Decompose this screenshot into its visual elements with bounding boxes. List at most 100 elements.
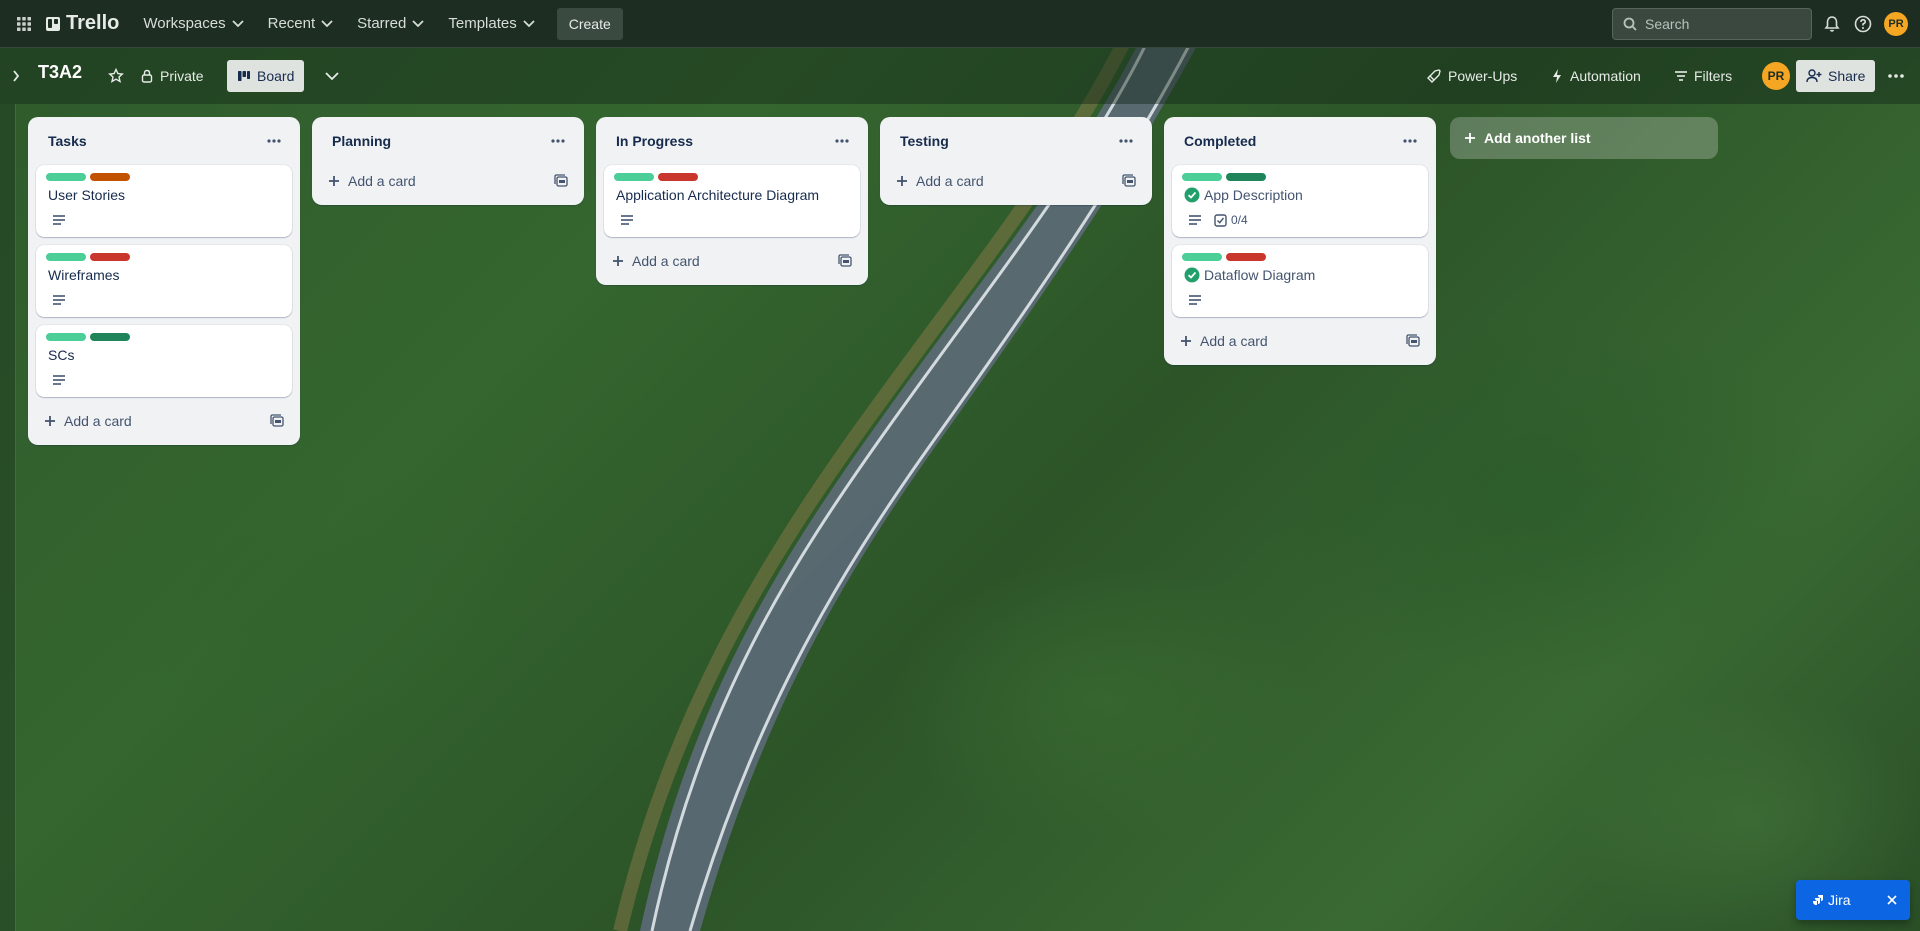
card-title[interactable]: Wireframes: [48, 265, 120, 285]
visibility-button[interactable]: Private: [130, 60, 214, 92]
workspaces-menu[interactable]: Workspaces: [133, 8, 253, 40]
list-actions-button[interactable]: [544, 127, 572, 155]
list-actions-button[interactable]: [828, 127, 856, 155]
list-title[interactable]: In Progress: [616, 133, 693, 149]
card[interactable]: User Stories: [36, 165, 292, 237]
card[interactable]: Dataflow Diagram: [1172, 245, 1428, 317]
help-icon[interactable]: [1851, 12, 1875, 36]
card-template-icon[interactable]: [1406, 334, 1420, 348]
add-card-button[interactable]: Add a card: [1180, 333, 1268, 349]
create-from-template-button[interactable]: [554, 174, 568, 188]
card-label-red[interactable]: [90, 253, 130, 261]
filters-button[interactable]: Filters: [1664, 60, 1742, 92]
list-title[interactable]: Planning: [332, 133, 391, 149]
card-label-orange[interactable]: [90, 173, 130, 181]
jira-button[interactable]: Jira: [1796, 880, 1910, 920]
list-title[interactable]: Tasks: [48, 133, 87, 149]
account-avatar[interactable]: PR: [1884, 12, 1908, 36]
view-switcher-button[interactable]: [319, 60, 345, 92]
card-label-green[interactable]: [46, 333, 86, 341]
card-label-green[interactable]: [614, 173, 654, 181]
add-card-button[interactable]: Add a card: [612, 253, 700, 269]
card-label-dark-green[interactable]: [1226, 173, 1266, 181]
starred-menu[interactable]: Starred: [347, 8, 434, 40]
card-label-red[interactable]: [1226, 253, 1266, 261]
create-from-template-button[interactable]: [838, 254, 852, 268]
card-template-icon[interactable]: [1122, 174, 1136, 188]
close-icon[interactable]: [1886, 894, 1898, 906]
list-tasks[interactable]: Tasks User Stories Wireframes SCs Add a card: [28, 117, 300, 445]
list-header[interactable]: Testing: [888, 125, 1144, 157]
card-title-row[interactable]: App Description: [1184, 185, 1416, 205]
card-labels[interactable]: [1182, 253, 1416, 261]
create-button[interactable]: Create: [556, 7, 623, 40]
list-title[interactable]: Testing: [900, 133, 949, 149]
card-title-row[interactable]: SCs: [48, 345, 280, 365]
board-title[interactable]: T3A2: [38, 62, 82, 83]
star-board-button[interactable]: [100, 60, 132, 92]
list-header[interactable]: Completed: [1172, 125, 1428, 157]
card-template-icon[interactable]: [554, 174, 568, 188]
card-title[interactable]: App Description: [1204, 185, 1303, 205]
list-testing[interactable]: Testing Add a card: [880, 117, 1152, 205]
app-switcher-icon[interactable]: [8, 8, 40, 40]
card-title[interactable]: User Stories: [48, 185, 125, 205]
add-list-button[interactable]: Add another list: [1450, 117, 1718, 159]
share-button[interactable]: Share: [1796, 60, 1876, 92]
card-title[interactable]: SCs: [48, 345, 74, 365]
card-labels[interactable]: [46, 333, 280, 341]
card-label-red[interactable]: [658, 173, 698, 181]
card-title-row[interactable]: Dataflow Diagram: [1184, 265, 1416, 285]
card-title[interactable]: Application Architecture Diagram: [616, 185, 819, 205]
notifications-icon[interactable]: [1820, 12, 1844, 36]
card-label-dark-green[interactable]: [90, 333, 130, 341]
card-label-green[interactable]: [1182, 253, 1222, 261]
list-header[interactable]: In Progress: [604, 125, 860, 157]
list-header[interactable]: Planning: [320, 125, 576, 157]
card-title-row[interactable]: User Stories: [48, 185, 280, 205]
card[interactable]: Application Architecture Diagram: [604, 165, 860, 237]
list-actions-button[interactable]: [1396, 127, 1424, 155]
board-member-avatar[interactable]: PR: [1762, 62, 1790, 90]
automation-button[interactable]: Automation: [1540, 60, 1651, 92]
trello-logo[interactable]: Trello: [40, 12, 119, 35]
board-menu-button[interactable]: [1880, 60, 1912, 92]
card[interactable]: Wireframes: [36, 245, 292, 317]
card-template-icon[interactable]: [270, 414, 284, 428]
list-actions-button[interactable]: [260, 127, 288, 155]
card-title-row[interactable]: Application Architecture Diagram: [616, 185, 848, 205]
card-title-row[interactable]: Wireframes: [48, 265, 280, 285]
add-card-button[interactable]: Add a card: [44, 413, 132, 429]
add-card-button[interactable]: Add a card: [328, 173, 416, 189]
card-template-icon[interactable]: [838, 254, 852, 268]
board-view-button[interactable]: Board: [227, 60, 305, 92]
card[interactable]: App Description 0/4: [1172, 165, 1428, 237]
list-header[interactable]: Tasks: [36, 125, 292, 157]
card-labels[interactable]: [46, 253, 280, 261]
list-title[interactable]: Completed: [1184, 133, 1256, 149]
create-from-template-button[interactable]: [1406, 334, 1420, 348]
complete-check-icon[interactable]: [1184, 267, 1200, 283]
expand-sidebar-button[interactable]: [4, 62, 28, 90]
complete-check-icon[interactable]: [1184, 187, 1200, 203]
card-labels[interactable]: [1182, 173, 1416, 181]
templates-menu[interactable]: Templates: [438, 8, 544, 40]
list-completed[interactable]: Completed App Description 0/4 Dataflow Diag…: [1164, 117, 1436, 365]
list-in-progress[interactable]: In Progress Application Architecture Diag…: [596, 117, 868, 285]
recent-menu[interactable]: Recent: [258, 8, 344, 40]
card-labels[interactable]: [46, 173, 280, 181]
power-ups-button[interactable]: Power-Ups: [1416, 60, 1527, 92]
card-label-green[interactable]: [46, 253, 86, 261]
card-label-green[interactable]: [1182, 173, 1222, 181]
card-labels[interactable]: [614, 173, 848, 181]
jira-open[interactable]: Jira: [1812, 892, 1851, 908]
create-from-template-button[interactable]: [270, 414, 284, 428]
card[interactable]: SCs: [36, 325, 292, 397]
search-input[interactable]: Search: [1612, 8, 1812, 40]
create-from-template-button[interactable]: [1122, 174, 1136, 188]
card-title[interactable]: Dataflow Diagram: [1204, 265, 1315, 285]
add-card-button[interactable]: Add a card: [896, 173, 984, 189]
list-planning[interactable]: Planning Add a card: [312, 117, 584, 205]
list-actions-button[interactable]: [1112, 127, 1140, 155]
card-label-green[interactable]: [46, 173, 86, 181]
